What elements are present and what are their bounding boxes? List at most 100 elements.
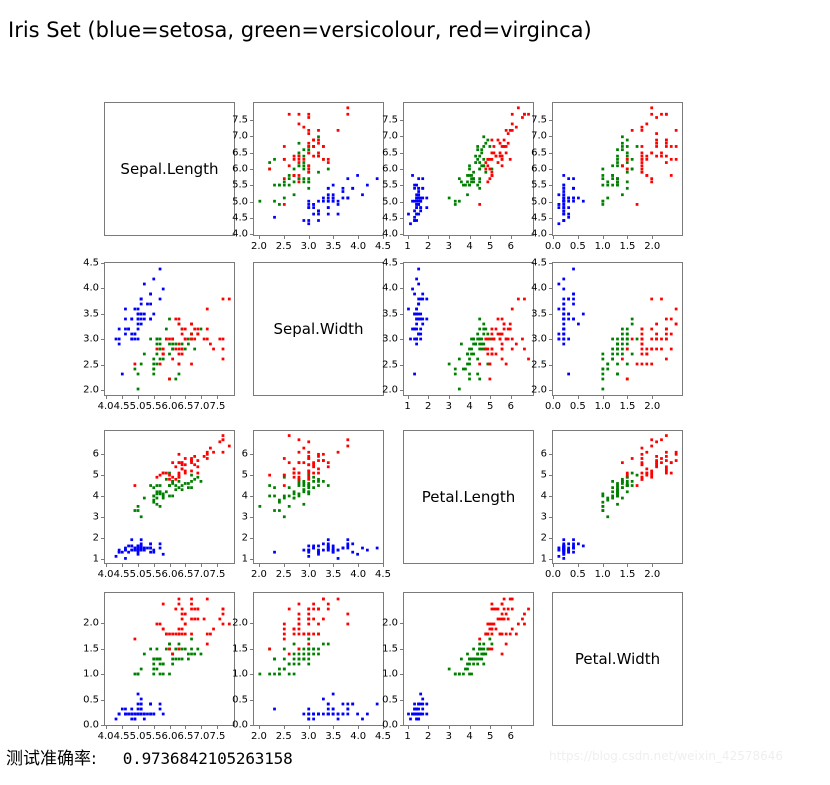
x-axis-tick-mark	[283, 564, 285, 567]
x-axis-tick-label: 1.0	[594, 569, 611, 580]
y-axis-tick-mark	[549, 495, 552, 497]
y-axis-tick-label: 1.0	[382, 668, 398, 680]
y-axis-tick-label: 3	[241, 511, 248, 523]
y-axis-tick-mark	[549, 339, 552, 341]
y-axis-tick-label: 4.0	[531, 282, 547, 294]
y-axis-tick-label: 4.0	[382, 228, 398, 240]
scatter-points	[407, 267, 530, 391]
x-axis-tick-label: 4.5	[113, 401, 130, 412]
x-axis-tick-label: 0.0	[545, 569, 561, 580]
x-axis-tick-mark	[358, 236, 360, 239]
x-axis-tick-mark	[105, 564, 107, 567]
x-axis-tick-label: 7.0	[193, 401, 210, 412]
y-axis-tick-label: 0.0	[232, 719, 248, 731]
x-axis-tick-mark	[153, 396, 155, 399]
y-axis-tick-mark	[101, 648, 104, 650]
y-axis-tick-label: 5.5	[531, 179, 547, 191]
x-axis-tick-label: 6.5	[177, 731, 194, 742]
scatter-panel-sepalwidth-vs-sepallength	[104, 262, 235, 396]
x-axis-tick-mark	[201, 726, 203, 729]
y-axis-tick-label: 7.0	[531, 130, 547, 142]
accuracy-value: 0.9736842105263158	[122, 749, 293, 768]
x-axis-tick-label: 6	[507, 731, 515, 742]
y-axis-tick-mark	[250, 724, 253, 726]
x-axis-tick-label: 3	[445, 241, 453, 252]
y-axis-tick-mark	[250, 234, 253, 236]
y-axis-tick-mark	[549, 185, 552, 187]
x-axis-tick-label: 0.5	[569, 401, 586, 412]
y-axis-tick-mark	[400, 152, 403, 154]
y-axis-tick-mark	[250, 699, 253, 701]
y-axis-tick-mark	[101, 474, 104, 476]
y-axis-tick-mark	[101, 288, 104, 290]
x-axis-tick-mark	[428, 236, 430, 239]
x-axis-tick-label: 1	[404, 731, 411, 742]
y-axis-tick-mark	[549, 218, 552, 220]
x-axis-tick-mark	[407, 236, 409, 239]
scatter-points	[258, 597, 379, 721]
x-axis-tick-mark	[469, 396, 471, 399]
x-axis-tick-mark	[428, 396, 430, 399]
x-axis-tick-mark	[105, 726, 107, 729]
y-axis-tick-label: 5	[540, 469, 547, 481]
y-axis-tick-mark	[101, 364, 104, 366]
x-axis-tick-label: 6.5	[177, 569, 194, 580]
y-axis-tick-label: 2.0	[382, 617, 398, 629]
y-axis-tick-label: 2.0	[232, 617, 248, 629]
x-axis-tick-mark	[469, 236, 471, 239]
x-axis-tick-label: 2.0	[251, 241, 267, 252]
x-axis-tick-label: 1.0	[594, 401, 611, 412]
x-axis-tick-mark	[217, 396, 219, 399]
y-axis-tick-label: 6.0	[531, 163, 547, 175]
x-axis-tick-mark	[308, 236, 310, 239]
y-axis-tick-mark	[250, 474, 253, 476]
y-axis-tick-label: 2.0	[83, 384, 99, 396]
y-axis-tick-label: 7.0	[382, 130, 398, 142]
y-axis-tick-label: 3	[92, 511, 99, 523]
x-axis-tick-mark	[217, 564, 219, 567]
y-axis-tick-label: 5.0	[232, 196, 248, 208]
y-axis-tick-mark	[101, 517, 104, 519]
y-axis-tick-label: 5	[92, 469, 99, 481]
x-axis-tick-label: 3.0	[300, 731, 317, 742]
x-axis-tick-label: 5.0	[129, 401, 146, 412]
accuracy-readout: 测试准确率: 0.9736842105263158	[6, 744, 293, 769]
x-axis-tick-label: 5	[487, 241, 494, 252]
x-axis-tick-mark	[358, 564, 360, 567]
x-axis-tick-mark	[469, 726, 471, 729]
x-axis-tick-label: 1.5	[619, 401, 636, 412]
y-axis-tick-mark	[549, 517, 552, 519]
y-axis-tick-mark	[101, 559, 104, 561]
y-axis-tick-mark	[250, 674, 253, 676]
x-axis-tick-mark	[490, 396, 492, 399]
x-axis-tick-label: 2.0	[644, 569, 661, 580]
x-axis-tick-mark	[577, 236, 579, 239]
y-axis-tick-mark	[549, 389, 552, 391]
y-axis-tick-label: 5	[241, 469, 248, 481]
x-axis-tick-label: 3.5	[325, 241, 342, 252]
x-axis-tick-label: 0.5	[569, 241, 586, 252]
diagonal-panel-sepal-width: Sepal.Width	[253, 262, 384, 396]
y-axis-tick-mark	[400, 234, 403, 236]
x-axis-tick-mark	[333, 564, 335, 567]
scatter-points	[114, 597, 231, 721]
variable-label: Sepal.Width	[273, 320, 364, 338]
y-axis-tick-label: 4.0	[83, 282, 99, 294]
x-axis-tick-label: 4.0	[350, 241, 367, 252]
x-axis-tick-label: 4.5	[113, 569, 130, 580]
x-axis-tick-label: 2	[425, 731, 432, 742]
y-axis-tick-mark	[549, 119, 552, 121]
y-axis-tick-label: 5.5	[382, 179, 398, 191]
x-axis-tick-label: 6	[507, 401, 515, 412]
y-axis-tick-mark	[400, 169, 403, 170]
y-axis-tick-label: 5.5	[232, 179, 248, 191]
x-axis-tick-label: 5	[487, 401, 494, 412]
x-axis-tick-label: 7.0	[193, 569, 210, 580]
x-axis-tick-label: 6.0	[161, 569, 178, 580]
x-axis-tick-label: 0.0	[545, 241, 561, 252]
y-axis-tick-mark	[549, 152, 552, 154]
y-axis-tick-mark	[250, 648, 253, 650]
y-axis-tick-mark	[400, 136, 403, 138]
x-axis-tick-label: 4.0	[350, 731, 367, 742]
y-axis-tick-mark	[250, 623, 253, 625]
